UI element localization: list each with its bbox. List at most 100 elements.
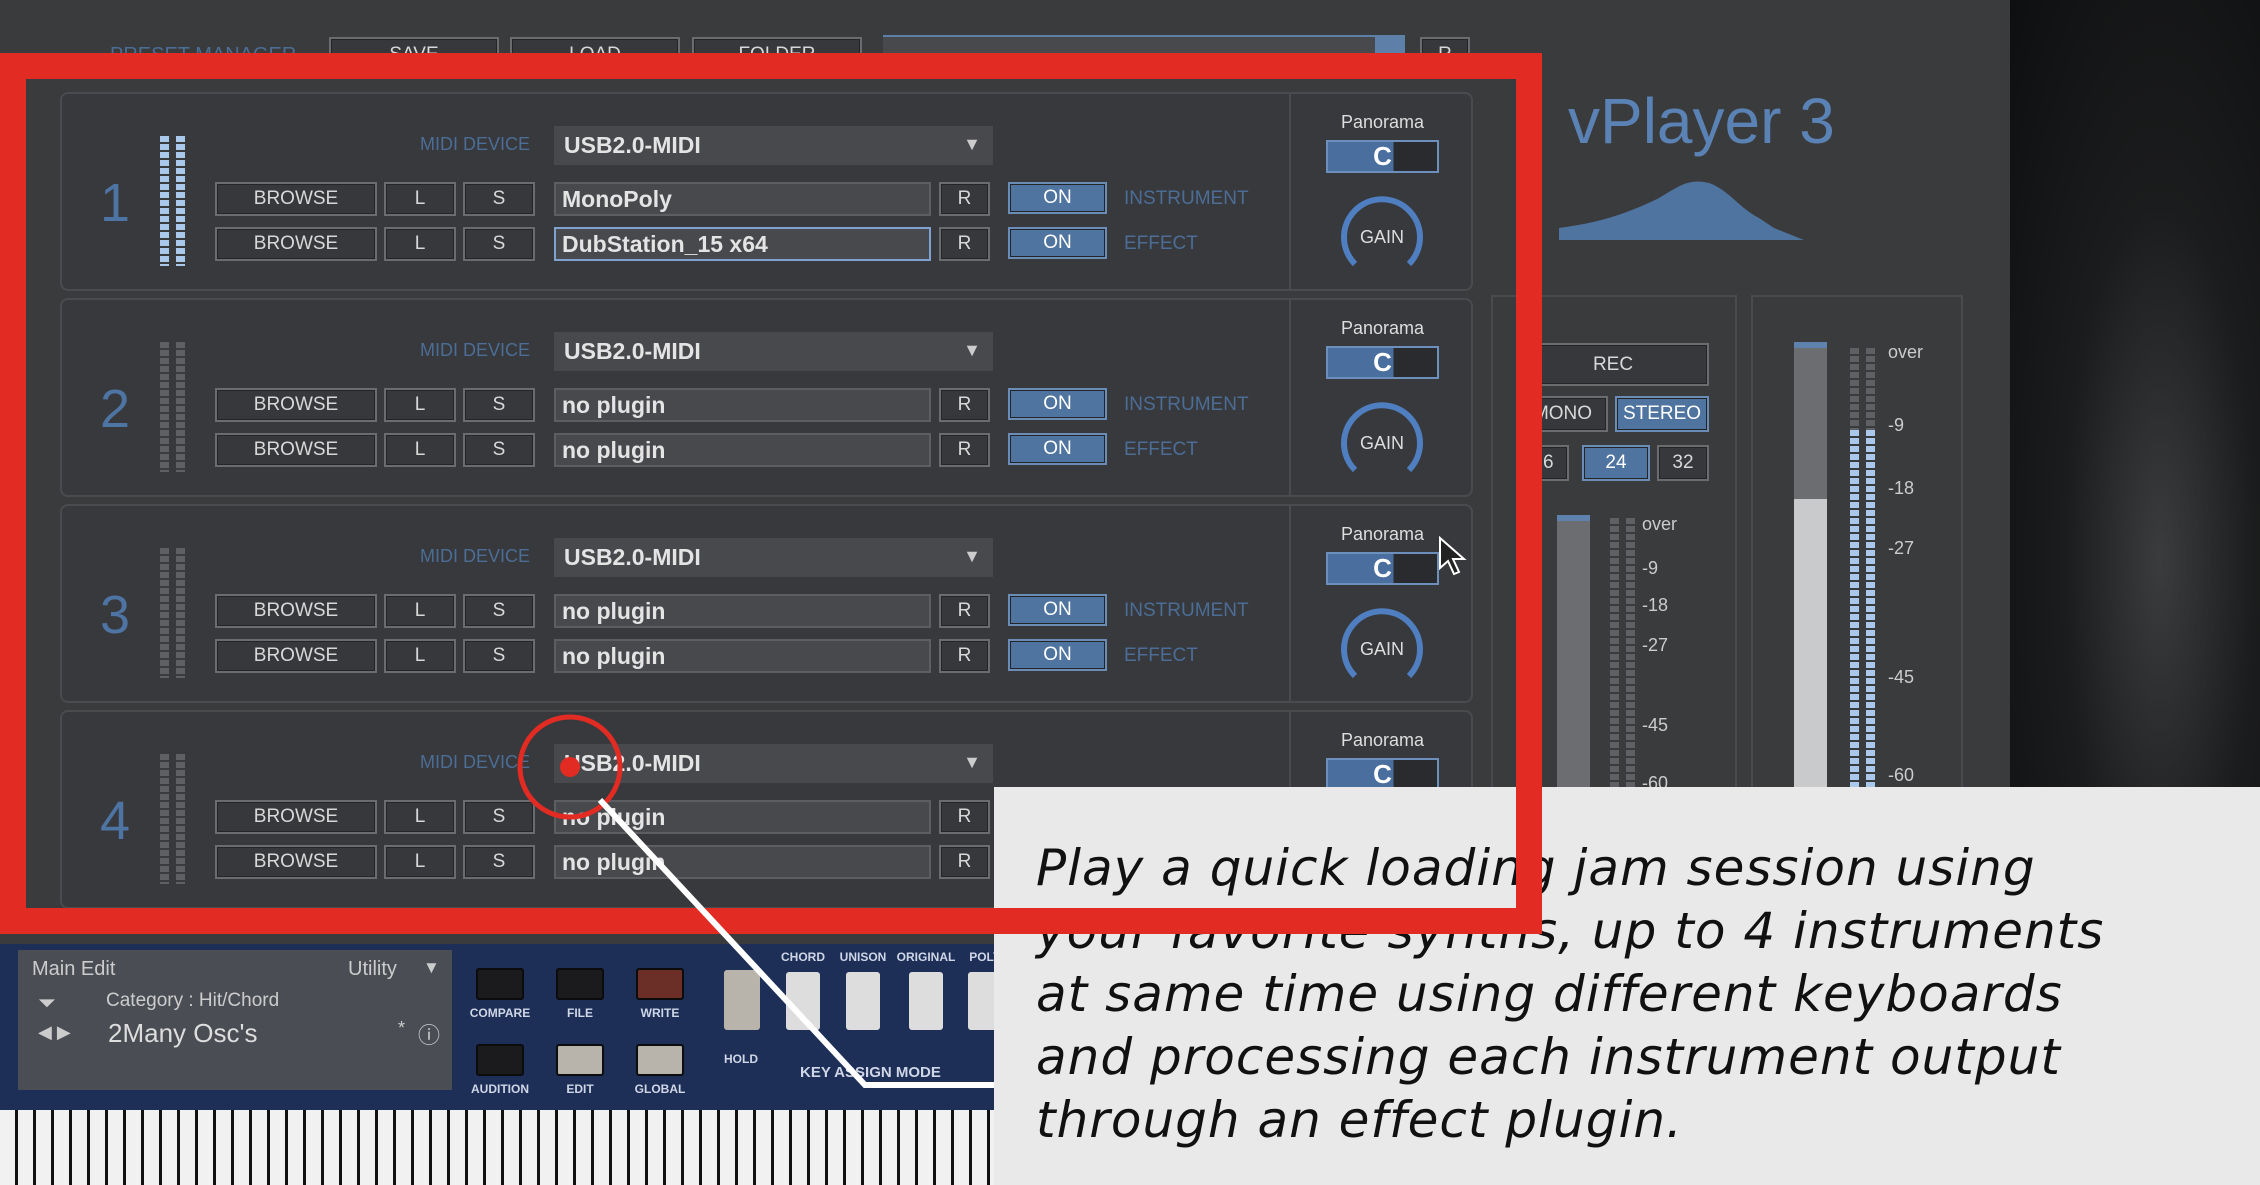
key-assign-switch[interactable] bbox=[786, 972, 820, 1030]
browse-effect-button[interactable]: BROWSE bbox=[215, 227, 377, 261]
gain-knob[interactable]: GAIN bbox=[1337, 604, 1427, 694]
panorama-label: Panorama bbox=[1340, 524, 1425, 544]
effect-on-toggle[interactable]: ON bbox=[1008, 227, 1107, 259]
browse-instrument-button[interactable]: BROWSE bbox=[215, 800, 377, 834]
midi-device-dropdown[interactable]: USB2.0-MIDI ▼ bbox=[554, 744, 993, 783]
key-assign-switch[interactable] bbox=[909, 972, 943, 1030]
info-icon[interactable]: ⓘ bbox=[418, 1018, 440, 1050]
folder-button[interactable]: FOLDER bbox=[692, 37, 862, 73]
midi-device-dropdown[interactable]: USB2.0-MIDI ▼ bbox=[554, 332, 993, 371]
bits-32-button[interactable]: 32 bbox=[1657, 445, 1709, 481]
load-button[interactable]: LOAD bbox=[510, 37, 680, 73]
master-level-meter bbox=[1850, 430, 1880, 800]
save-instrument-button[interactable]: S bbox=[463, 594, 535, 628]
preset-name: 2Many Osc's bbox=[108, 1018, 258, 1048]
browse-instrument-button[interactable]: BROWSE bbox=[215, 594, 377, 628]
midi-device-value: USB2.0-MIDI bbox=[564, 132, 701, 158]
browse-instrument-button[interactable]: BROWSE bbox=[215, 388, 377, 422]
load-effect-button[interactable]: L bbox=[384, 639, 456, 673]
browse-instrument-button[interactable]: BROWSE bbox=[215, 182, 377, 216]
gain-knob[interactable]: GAIN bbox=[1337, 398, 1427, 488]
save-button[interactable]: SAVE bbox=[329, 37, 499, 73]
prev-next-preset-icon[interactable]: ◀ ▶ bbox=[38, 1022, 71, 1043]
load-effect-button[interactable]: L bbox=[384, 845, 456, 879]
piano-keyboard[interactable] bbox=[0, 1110, 994, 1185]
key-assign-label: KEY ASSIGN MODE bbox=[800, 1064, 941, 1081]
reset-effect-button[interactable]: R bbox=[939, 639, 990, 673]
bits-24-button[interactable]: 24 bbox=[1582, 445, 1650, 481]
browse-effect-button[interactable]: BROWSE bbox=[215, 845, 377, 879]
save-effect-button[interactable]: S bbox=[463, 639, 535, 673]
instrument-on-toggle[interactable]: ON bbox=[1008, 594, 1107, 626]
reset-effect-button[interactable]: R bbox=[939, 227, 990, 261]
instrument-plugin-field[interactable]: no plugin bbox=[554, 388, 931, 422]
instrument-on-toggle[interactable]: ON bbox=[1008, 388, 1107, 420]
key-assign-switch[interactable] bbox=[846, 972, 880, 1030]
save-effect-button[interactable]: S bbox=[463, 227, 535, 261]
midi-device-dropdown[interactable]: USB2.0-MIDI ▼ bbox=[554, 126, 993, 165]
synth-audition-button[interactable] bbox=[476, 1044, 524, 1076]
meter-scale-label: -60 bbox=[1888, 765, 1915, 785]
synth-edit-button[interactable] bbox=[556, 1044, 604, 1076]
effect-plugin-field[interactable]: no plugin bbox=[554, 845, 931, 879]
load-effect-button[interactable]: L bbox=[384, 433, 456, 467]
effect-on-toggle[interactable]: ON bbox=[1008, 433, 1107, 465]
filter-icon[interactable]: ⏷ bbox=[38, 990, 56, 1016]
chevron-down-icon: ▼ bbox=[423, 958, 440, 977]
load-effect-button[interactable]: L bbox=[384, 227, 456, 261]
reset-instrument-button[interactable]: R bbox=[939, 182, 990, 216]
effect-plugin-field[interactable]: no plugin bbox=[554, 433, 931, 467]
channel-number: 3 bbox=[100, 585, 131, 645]
channel-meter bbox=[160, 136, 190, 266]
instrument-plugin-field[interactable]: MonoPoly bbox=[554, 182, 931, 216]
instrument-plugin-field[interactable]: no plugin bbox=[554, 594, 931, 628]
midi-device-dropdown[interactable]: USB2.0-MIDI ▼ bbox=[554, 538, 993, 577]
panorama-control[interactable]: C bbox=[1326, 140, 1439, 173]
category-selector[interactable]: Category : Hit/Chord bbox=[106, 990, 279, 1012]
panorama-control[interactable]: C bbox=[1326, 552, 1439, 585]
save-effect-button[interactable]: S bbox=[463, 845, 535, 879]
effect-plugin-field[interactable]: DubStation_15 x64 bbox=[554, 227, 931, 261]
rec-button[interactable]: REC bbox=[1517, 343, 1709, 386]
stereo-button[interactable]: STEREO bbox=[1615, 396, 1709, 432]
synth-compare-button[interactable] bbox=[476, 968, 524, 1000]
load-instrument-button[interactable]: L bbox=[384, 182, 456, 216]
reset-instrument-button[interactable]: R bbox=[939, 388, 990, 422]
load-instrument-button[interactable]: L bbox=[384, 594, 456, 628]
effect-on-toggle[interactable]: ON bbox=[1008, 639, 1107, 671]
preset-r-button[interactable]: R bbox=[1420, 37, 1470, 73]
panorama-control[interactable]: C bbox=[1326, 346, 1439, 379]
gain-knob[interactable]: GAIN bbox=[1337, 192, 1427, 282]
effect-plugin-field[interactable]: no plugin bbox=[554, 639, 931, 673]
caption-line: at same time using different keyboards bbox=[1036, 965, 2063, 1023]
synth-global-button[interactable] bbox=[636, 1044, 684, 1076]
mono-button[interactable]: MONO bbox=[1517, 396, 1608, 432]
meter-scale-label: -9 bbox=[1888, 415, 1905, 435]
master-level-fader[interactable] bbox=[1794, 342, 1827, 792]
save-instrument-button[interactable]: S bbox=[463, 800, 535, 834]
chevron-down-icon: ▼ bbox=[963, 134, 981, 154]
hold-switch[interactable] bbox=[724, 970, 760, 1030]
hold-label: HOLD bbox=[724, 1052, 758, 1066]
save-effect-button[interactable]: S bbox=[463, 433, 535, 467]
browse-effect-button[interactable]: BROWSE bbox=[215, 433, 377, 467]
meter-scale-label: -27 bbox=[1888, 538, 1915, 558]
bits-16-button[interactable]: 16 bbox=[1517, 445, 1569, 481]
synth-file-button[interactable] bbox=[556, 968, 604, 1000]
utility-menu[interactable]: Utility bbox=[348, 958, 397, 981]
browse-effect-button[interactable]: BROWSE bbox=[215, 639, 377, 673]
input-level-fader[interactable] bbox=[1557, 515, 1590, 795]
synth-write-button[interactable] bbox=[636, 968, 684, 1000]
chevron-down-icon: ▼ bbox=[963, 752, 981, 772]
instrument-plugin-field[interactable]: no plugin bbox=[554, 800, 931, 834]
reset-instrument-button[interactable]: R bbox=[939, 594, 990, 628]
reset-effect-button[interactable]: R bbox=[939, 433, 990, 467]
save-instrument-button[interactable]: S bbox=[463, 182, 535, 216]
preset-dropdown[interactable] bbox=[883, 35, 1405, 75]
save-instrument-button[interactable]: S bbox=[463, 388, 535, 422]
load-instrument-button[interactable]: L bbox=[384, 388, 456, 422]
reset-instrument-button[interactable]: R bbox=[939, 800, 990, 834]
load-instrument-button[interactable]: L bbox=[384, 800, 456, 834]
reset-effect-button[interactable]: R bbox=[939, 845, 990, 879]
instrument-on-toggle[interactable]: ON bbox=[1008, 182, 1107, 214]
